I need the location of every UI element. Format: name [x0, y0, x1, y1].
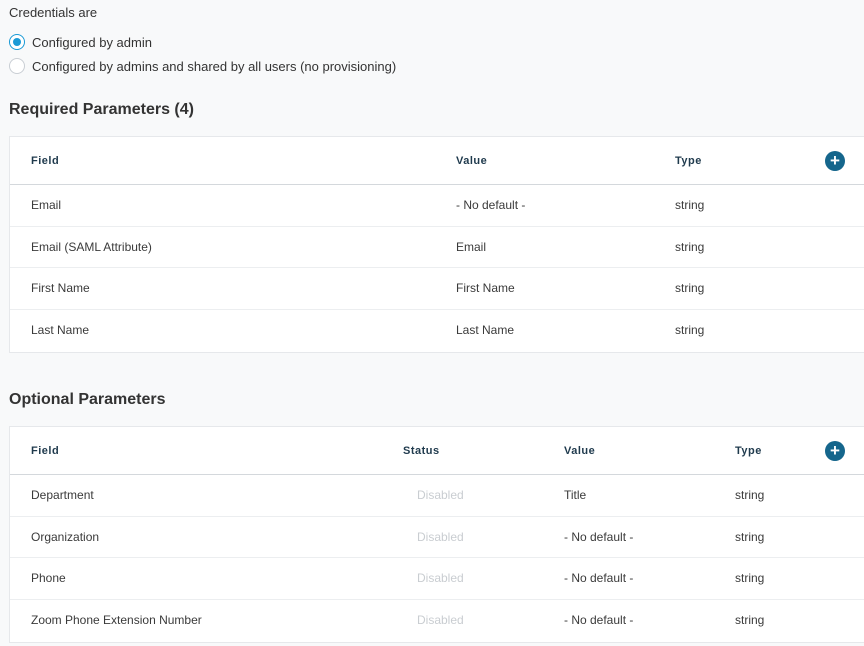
radio-configured-by-admin[interactable]: Configured by admin [9, 34, 152, 50]
radio-button[interactable] [9, 58, 25, 74]
column-header-type: Type [735, 445, 762, 457]
cell-type: string [675, 281, 705, 296]
cell-field: First Name [31, 281, 90, 296]
optional-parameters-title: Optional Parameters [9, 391, 166, 408]
credentials-label: Credentials are [9, 5, 98, 20]
cell-type: string [735, 529, 765, 544]
radio-button-selected[interactable] [9, 34, 25, 50]
table-row[interactable]: First Name First Name string [10, 268, 864, 311]
cell-field: Zoom Phone Extension Number [31, 613, 202, 628]
cell-status: Disabled [417, 571, 464, 586]
cell-value: Last Name [456, 323, 515, 338]
cell-type: string [735, 571, 765, 586]
cell-field: Email (SAML Attribute) [31, 239, 152, 254]
column-header-type: Type [675, 155, 702, 167]
table-row[interactable]: Email - No default - string [10, 185, 864, 227]
optional-parameters-table: Field Status Value Type + Department Dis… [9, 426, 864, 643]
table-header: Field Status Value Type + [10, 427, 864, 475]
cell-value: - No default - [564, 571, 634, 586]
cell-field: Last Name [31, 323, 90, 338]
cell-value: Title [564, 488, 587, 502]
radio-label: Configured by admins and shared by all u… [32, 58, 397, 74]
column-header-field: Field [31, 155, 60, 167]
table-row[interactable]: Zoom Phone Extension Number Disabled - N… [10, 600, 864, 642]
table-row[interactable]: Email (SAML Attribute) Email string [10, 227, 864, 269]
cell-field: Email [31, 198, 62, 212]
table-row[interactable]: Phone Disabled - No default - string [10, 558, 864, 601]
table-header: Field Value Type + [10, 137, 864, 185]
cell-type: string [675, 323, 705, 338]
radio-label: Configured by admin [32, 34, 152, 50]
cell-field: Organization [31, 529, 100, 544]
cell-status: Disabled [417, 613, 464, 628]
column-header-value: Value [564, 445, 596, 457]
table-row[interactable]: Department Disabled Title string [10, 475, 864, 517]
cell-type: string [735, 488, 765, 502]
cell-value: - No default - [456, 198, 526, 212]
column-header-status: Status [403, 445, 440, 457]
table-row[interactable]: Last Name Last Name string [10, 310, 864, 352]
cell-field: Phone [31, 571, 66, 586]
cell-field: Department [31, 488, 94, 502]
required-parameters-table: Field Value Type + Email - No default - … [9, 136, 864, 353]
cell-value: First Name [456, 281, 515, 296]
cell-status: Disabled [417, 488, 464, 502]
cell-value: - No default - [564, 529, 634, 544]
cell-value: - No default - [564, 613, 634, 628]
radio-configured-shared[interactable]: Configured by admins and shared by all u… [9, 58, 396, 74]
table-row[interactable]: Organization Disabled - No default - str… [10, 517, 864, 559]
required-parameters-title: Required Parameters (4) [9, 101, 194, 118]
cell-type: string [675, 198, 705, 212]
add-required-parameter-icon[interactable]: + [825, 151, 845, 171]
cell-value: Email [456, 239, 487, 254]
cell-type: string [735, 613, 765, 628]
cell-status: Disabled [417, 529, 464, 544]
add-optional-parameter-icon[interactable]: + [825, 441, 845, 461]
column-header-field: Field [31, 445, 60, 457]
cell-type: string [675, 239, 705, 254]
column-header-value: Value [456, 155, 488, 167]
